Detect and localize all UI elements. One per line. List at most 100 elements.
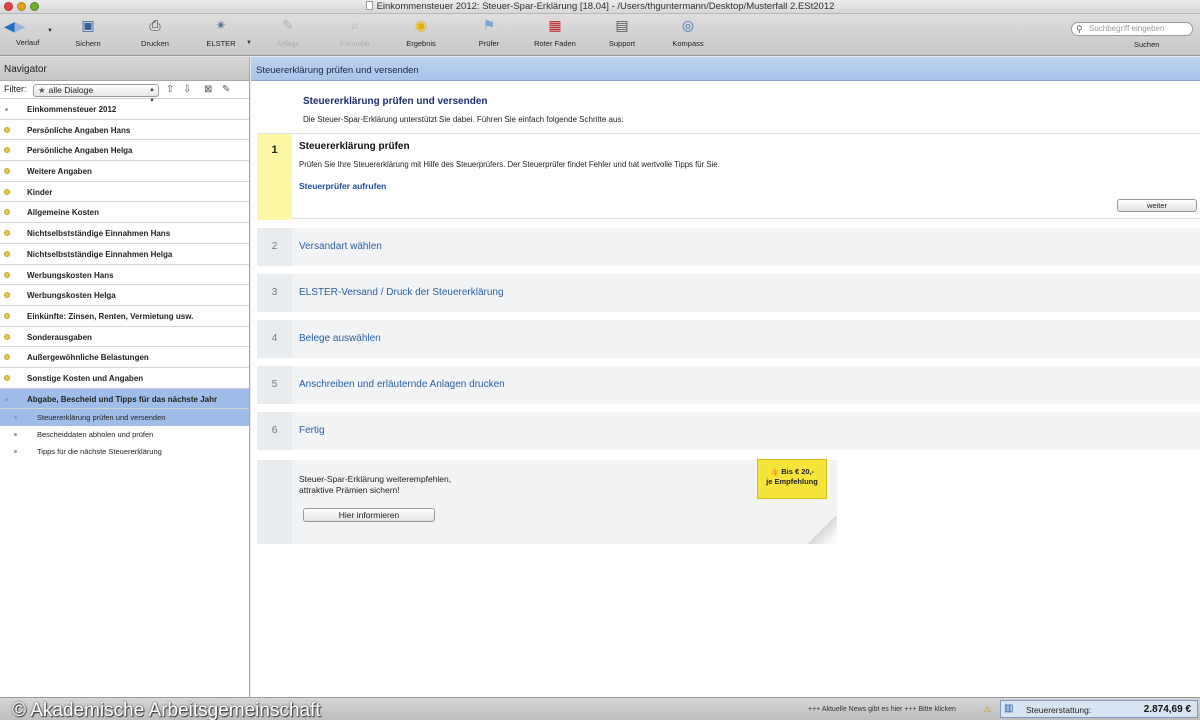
ergebnis-button[interactable]: ◉ Ergebnis: [391, 16, 451, 48]
nav-subitem-bescheiddaten[interactable]: Bescheiddaten abholen und prüfen: [0, 426, 249, 443]
step-4[interactable]: 4 Belege auswählen: [257, 320, 1200, 358]
status-bar: © Akademische Arbeitsgemeinschaft +++ Ak…: [0, 697, 1200, 720]
promo-badge[interactable]: 👍 Bis € 20,- je Empfehlung: [757, 459, 827, 499]
back-arrow-icon[interactable]: ◀: [4, 18, 15, 35]
elster-menu-arrow-icon[interactable]: ▼: [246, 40, 252, 46]
nav-item-einkuenfte[interactable]: Einkünfte: Zinsen, Renten, Vermietung us…: [0, 306, 249, 327]
chevron-down-icon[interactable]: ▼: [47, 28, 53, 34]
form-icon: ⌕: [351, 17, 359, 33]
nav-item-persoenliche-hans[interactable]: Persönliche Angaben Hans: [0, 120, 249, 141]
nav-item-einnahmen-helga[interactable]: Nichtselbstständige Einnahmen Helga: [0, 244, 249, 265]
roter-faden-button[interactable]: ▦ Roter Faden: [525, 16, 585, 48]
main-content: Steuererklärung prüfen und versenden Ste…: [251, 57, 1200, 697]
filter-label: Filter:: [4, 84, 27, 94]
step-2[interactable]: 2 Versandart wählen: [257, 228, 1200, 266]
nav-item-werbungskosten-hans[interactable]: Werbungskosten Hans: [0, 265, 249, 286]
verlauf-label[interactable]: Verlauf: [16, 38, 48, 47]
page-curl-icon: [806, 516, 837, 544]
status-dot-icon: [4, 188, 10, 195]
nav-item-sonstige-kosten[interactable]: Sonstige Kosten und Angaben: [0, 368, 249, 389]
hier-informieren-button[interactable]: Hier informieren: [303, 508, 435, 522]
step-6[interactable]: 6 Fertig: [257, 412, 1200, 450]
intro-text: Die Steuer-Spar-Erklärung unterstützt Si…: [303, 115, 624, 124]
status-dot-icon: [4, 250, 10, 257]
nav-item-einkommensteuer[interactable]: Einkommensteuer 2012: [0, 99, 249, 120]
promo-sidebar: [257, 460, 292, 544]
expand-icon[interactable]: ⊠: [204, 84, 212, 95]
step-description: Prüfen Sie Ihre Steuererklärung mit Hilf…: [299, 160, 720, 169]
nav-subitem-tipps[interactable]: Tipps für die nächste Steuererklärung: [0, 443, 249, 460]
search-icon: ⚲: [1076, 24, 1083, 34]
pin-icon[interactable]: ✎: [222, 84, 230, 95]
anlage-button[interactable]: ✎ Anlage: [258, 16, 318, 48]
status-dot-icon: [4, 230, 10, 237]
news-ticker[interactable]: +++ Aktuelle News gibt es hier +++ Bitte…: [808, 706, 956, 713]
status-dot-icon: [4, 333, 10, 340]
status-dot-icon: [4, 312, 10, 319]
move-down-icon[interactable]: ⇩: [183, 84, 191, 95]
status-dot-icon: [4, 168, 10, 175]
step-label: Versandart wählen: [299, 241, 382, 252]
search-label: Suchen: [1134, 40, 1160, 49]
nav-item-persoenliche-helga[interactable]: Persönliche Angaben Helga: [0, 140, 249, 162]
referral-promo: Steuer-Spar-Erklärung weiterempfehlen, a…: [257, 459, 837, 544]
refund-display[interactable]: ▥ Steuererstattung: 2.874,69 €: [1000, 700, 1198, 718]
support-button[interactable]: ▤ Support: [592, 16, 652, 48]
step-title: Steuererklärung prüfen: [299, 141, 410, 152]
history-navigation: ◀▶ Verlauf: [4, 18, 48, 47]
navigator-title: Navigator: [0, 57, 249, 81]
status-dot-icon: [4, 147, 10, 154]
pruefer-button[interactable]: ⚑ Prüfer: [459, 16, 519, 48]
document-icon: [365, 1, 373, 10]
save-button[interactable]: ▣ Sichern: [58, 16, 118, 48]
step-5[interactable]: 5 Anschreiben und erläuternde Anlagen dr…: [257, 366, 1200, 404]
copyright-watermark: © Akademische Arbeitsgemeinschaft: [12, 700, 321, 720]
step-label: Belege auswählen: [299, 333, 381, 344]
page-title: Steuererklärung prüfen und versenden: [303, 96, 488, 107]
step-label: ELSTER-Versand / Druck der Steuererkläru…: [299, 287, 504, 298]
filter-row: Filter: ★ alle Dialoge ▲ ▼ ⇧ ⇩ ⊠ ✎: [0, 81, 249, 104]
nav-subitem-pruefen-versenden[interactable]: Steuererklärung prüfen und versenden: [0, 409, 249, 427]
nav-item-belastungen[interactable]: Außergewöhnliche Belastungen: [0, 347, 249, 368]
bullet-icon: [14, 450, 17, 454]
nav-item-allgemeine-kosten[interactable]: Allgemeine Kosten: [0, 202, 249, 224]
nav-item-weitere-angaben[interactable]: Weitere Angaben: [0, 161, 249, 182]
nav-item-kinder[interactable]: Kinder: [0, 182, 249, 203]
weiter-button[interactable]: weiter: [1117, 199, 1197, 212]
step-3[interactable]: 3 ELSTER-Versand / Druck der Steuererklä…: [257, 274, 1200, 312]
elster-button[interactable]: ✴ ELSTER: [191, 16, 251, 48]
status-dot-icon: [4, 126, 10, 133]
step-number: 5: [257, 366, 292, 404]
nav-item-einnahmen-hans[interactable]: Nichtselbstständige Einnahmen Hans: [0, 223, 249, 244]
warning-icon[interactable]: ⚠: [983, 704, 991, 715]
bullet-icon: [14, 433, 17, 437]
filter-select[interactable]: ★ alle Dialoge ▲ ▼: [33, 84, 159, 104]
chart-icon: ▥: [1004, 703, 1014, 714]
nav-item-werbungskosten-helga[interactable]: Werbungskosten Helga: [0, 285, 249, 306]
content-header: Steuererklärung prüfen und versenden: [251, 57, 1200, 81]
window-title: Einkommensteuer 2012: Steuer-Spar-Erklär…: [0, 1, 1200, 12]
refund-amount: 2.874,69 €: [1143, 704, 1191, 715]
status-dot-icon: [4, 271, 10, 278]
bullet-icon: [5, 397, 8, 401]
forward-arrow-icon[interactable]: ▶: [15, 18, 26, 35]
kompass-button[interactable]: ◎ Kompass: [658, 16, 718, 48]
print-button[interactable]: ⎙ Drucken: [125, 16, 185, 48]
status-dot-icon: [4, 354, 10, 361]
search-input[interactable]: ⚲ Suchbegriff eingeben: [1071, 22, 1193, 36]
move-up-icon[interactable]: ⇧: [166, 84, 174, 95]
step-label: Fertig: [299, 425, 325, 436]
bullet-icon: [5, 108, 8, 111]
step-number: 3: [257, 274, 292, 312]
promo-text: Steuer-Spar-Erklärung weiterempfehlen, a…: [299, 474, 452, 495]
status-dot-icon: [4, 292, 10, 299]
support-icon: ▤: [615, 17, 629, 33]
nav-item-abgabe[interactable]: Abgabe, Bescheid und Tipps für das nächs…: [0, 388, 249, 410]
nav-item-sonderausgaben[interactable]: Sonderausgaben: [0, 327, 249, 348]
title-bar: Einkommensteuer 2012: Steuer-Spar-Erklär…: [0, 0, 1200, 14]
formular-button[interactable]: ⌕ Formular: [325, 16, 385, 48]
bullet-icon: [14, 416, 17, 420]
status-dot-icon: [4, 209, 10, 216]
steuerpruefer-link[interactable]: Steuerprüfer aufrufen: [299, 181, 386, 191]
step-number: 2: [257, 228, 292, 266]
